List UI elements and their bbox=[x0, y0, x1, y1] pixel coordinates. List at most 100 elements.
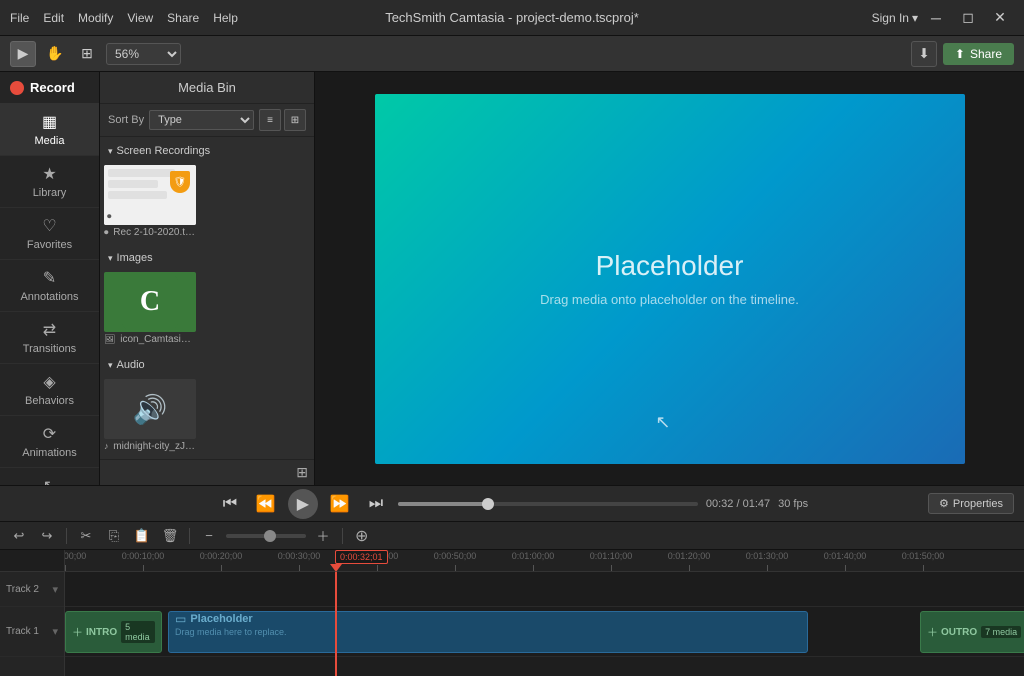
menu-view[interactable]: View bbox=[127, 11, 153, 25]
download-button[interactable]: ⬇ bbox=[911, 41, 937, 67]
ruler-mark-0: 0:00:00;00 bbox=[65, 557, 66, 571]
minimize-button[interactable]: ─ bbox=[922, 4, 950, 32]
chevron-down-icon: ▾ bbox=[108, 360, 113, 371]
grid-toggle-button[interactable]: ⊞ bbox=[296, 464, 308, 481]
sidebar-item-annotations[interactable]: ✎ Annotations bbox=[0, 260, 99, 312]
undo-button[interactable]: ↩ bbox=[8, 525, 30, 547]
menu-bar: File Edit Modify View Share Help bbox=[10, 11, 238, 25]
screen-recordings-header[interactable]: ▾ Screen Recordings bbox=[104, 141, 310, 161]
sort-select[interactable]: Type bbox=[149, 110, 254, 130]
recording-icon: ⏺ bbox=[104, 227, 109, 237]
add-icon: ＋ bbox=[72, 624, 83, 640]
step-forward-button[interactable]: ⏩ bbox=[326, 490, 354, 518]
track2-header: Track 2 ▾ bbox=[0, 572, 64, 607]
ruler-mark-8: 0:01:20;00 bbox=[689, 557, 690, 571]
audio-item[interactable]: 🔊 ♪ midnight-city_zJ3... bbox=[104, 379, 196, 452]
timeline-scroll-area[interactable]: 0:00:32;01 0:00:00;00 0:00:10;00 0:00:20… bbox=[65, 550, 1024, 676]
signin-button[interactable]: Sign In ▾ bbox=[872, 11, 918, 25]
recording-item[interactable]: 🛡 ⏺ ⏺ Rec 2-10-2020.trec bbox=[104, 165, 196, 238]
cut-button[interactable]: ✂ bbox=[75, 525, 97, 547]
timeline-content: Track 2 ▾ Track 1 ▾ 0:00:32;01 0:00:00;0… bbox=[0, 550, 1024, 676]
track2-name: Track 2 bbox=[6, 584, 39, 595]
playhead-time-label: 0:00:32;01 bbox=[335, 550, 388, 564]
sort-label: Sort By bbox=[108, 114, 144, 126]
zoom-in-button[interactable]: ＋ bbox=[312, 525, 334, 547]
clip-outro[interactable]: ＋ OUTRO 7 media bbox=[920, 611, 1024, 653]
sidebar-item-library[interactable]: ★ Library bbox=[0, 156, 99, 208]
sort-icons: ≡ ⊞ bbox=[259, 109, 306, 131]
media-bin-panel: Media Bin Sort By Type ≡ ⊞ ▾ Screen Reco… bbox=[100, 72, 315, 485]
delete-button[interactable]: 🗑 bbox=[159, 525, 181, 547]
camtasia-logo: C bbox=[122, 274, 178, 330]
track-headers: Track 2 ▾ Track 1 ▾ bbox=[0, 550, 65, 676]
step-back-button[interactable]: ⏪ bbox=[252, 490, 280, 518]
hand-tool-button[interactable]: ✋ bbox=[42, 41, 68, 67]
menu-modify[interactable]: Modify bbox=[78, 11, 113, 25]
placeholder-title: Placeholder bbox=[596, 250, 744, 282]
playback-controls: ⏮ ⏪ ▶ ⏩ ⏭ 00:32 / 01:47 30 fps ⚙ Propert… bbox=[0, 485, 1024, 521]
zoom-thumb bbox=[264, 530, 276, 542]
close-button[interactable]: ✕ bbox=[986, 4, 1014, 32]
ruler-mark-7: 0:01:10;00 bbox=[611, 557, 612, 571]
track2-expand-icon[interactable]: ▾ bbox=[52, 583, 58, 596]
share-button[interactable]: ⬆ Share bbox=[943, 43, 1014, 65]
go-to-start-button[interactable]: ⏮ bbox=[216, 490, 244, 518]
preview-panel: Placeholder Drag media onto placeholder … bbox=[315, 72, 1024, 485]
ruler-mark-1: 0:00:10;00 bbox=[143, 557, 144, 571]
copy-button[interactable]: ⎘ bbox=[103, 525, 125, 547]
add-icon: ＋ bbox=[927, 624, 938, 640]
restore-button[interactable]: ◻ bbox=[954, 4, 982, 32]
media-icon: ▦ bbox=[42, 112, 57, 132]
audio-icon: ♪ bbox=[104, 441, 109, 451]
images-section: ▾ Images C 🖼 icon_Camtasia_51... bbox=[104, 248, 310, 349]
grid-view-button[interactable]: ⊞ bbox=[284, 109, 306, 131]
go-to-end-button[interactable]: ⏭ bbox=[362, 490, 390, 518]
crop-tool-button[interactable]: ⊞ bbox=[74, 41, 100, 67]
redo-button[interactable]: ↪ bbox=[36, 525, 58, 547]
zoom-slider[interactable] bbox=[226, 534, 306, 538]
gear-icon: ⚙ bbox=[939, 497, 949, 510]
properties-button[interactable]: ⚙ Properties bbox=[928, 493, 1014, 514]
playhead[interactable] bbox=[335, 572, 337, 676]
track1-expand-icon[interactable]: ▾ bbox=[52, 625, 58, 638]
ruler-header bbox=[0, 550, 64, 572]
sidebar-item-animations[interactable]: ⟳ Animations bbox=[0, 416, 99, 468]
zoom-out-button[interactable]: − bbox=[198, 525, 220, 547]
images-header[interactable]: ▾ Images bbox=[104, 248, 310, 268]
sidebar-item-cursor-effects[interactable]: ↖ Cursor Effects bbox=[0, 468, 99, 485]
sidebar-item-media[interactable]: ▦ Media bbox=[0, 104, 99, 156]
clip-intro-label: INTRO bbox=[86, 627, 117, 638]
current-time-display: 00:32 / 01:47 bbox=[706, 498, 770, 510]
image-item[interactable]: C 🖼 icon_Camtasia_51... bbox=[104, 272, 196, 345]
share-icon: ⬆ bbox=[955, 47, 965, 61]
app-title: TechSmith Camtasia - project-demo.tscpro… bbox=[385, 10, 639, 25]
transitions-icon: ⇄ bbox=[43, 320, 56, 340]
audio-header[interactable]: ▾ Audio bbox=[104, 355, 310, 375]
select-tool-button[interactable]: ▶ bbox=[10, 41, 36, 67]
clip-placeholder-header: ▭ Placeholder bbox=[175, 612, 253, 626]
favorites-icon: ♡ bbox=[42, 216, 56, 236]
clip-outro-count: 7 media bbox=[981, 626, 1021, 638]
menu-help[interactable]: Help bbox=[213, 11, 238, 25]
menu-share[interactable]: Share bbox=[167, 11, 199, 25]
record-button[interactable]: Record bbox=[0, 72, 99, 104]
playback-scrubber[interactable] bbox=[398, 502, 698, 506]
clip-placeholder[interactable]: ▭ Placeholder Drag media here to replace… bbox=[168, 611, 808, 653]
zoom-select[interactable]: 56% bbox=[106, 43, 181, 65]
clip-outro-label: OUTRO bbox=[941, 627, 977, 638]
add-track-button[interactable]: ⊕ bbox=[355, 526, 368, 546]
menu-edit[interactable]: Edit bbox=[43, 11, 64, 25]
sidebar-item-transitions[interactable]: ⇄ Transitions bbox=[0, 312, 99, 364]
clip-intro[interactable]: ＋ INTRO 5 media bbox=[65, 611, 162, 653]
audio-thumbnail: 🔊 bbox=[104, 379, 196, 439]
sidebar-item-behaviors[interactable]: ◈ Behaviors bbox=[0, 364, 99, 416]
ruler-mark-11: 0:01:50;00 bbox=[923, 557, 924, 571]
play-pause-button[interactable]: ▶ bbox=[288, 489, 318, 519]
menu-file[interactable]: File bbox=[10, 11, 29, 25]
sidebar-item-favorites[interactable]: ♡ Favorites bbox=[0, 208, 99, 260]
separator bbox=[342, 528, 343, 544]
list-view-button[interactable]: ≡ bbox=[259, 109, 281, 131]
paste-button[interactable]: 📋 bbox=[131, 525, 153, 547]
sort-bar: Sort By Type ≡ ⊞ bbox=[100, 104, 314, 137]
ruler-mark-3: 0:00:30;00 bbox=[299, 557, 300, 571]
